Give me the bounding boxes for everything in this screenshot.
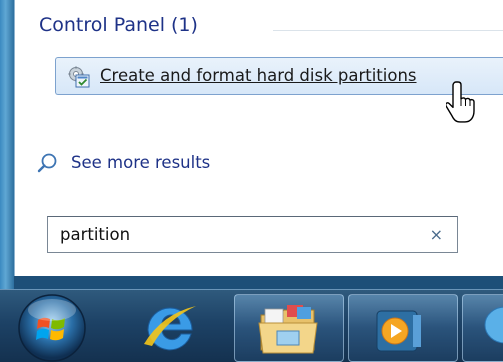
taskbar-item-partial[interactable] bbox=[462, 294, 503, 362]
taskbar-item-windows-explorer[interactable] bbox=[234, 294, 344, 362]
app-icon bbox=[484, 306, 503, 344]
search-value: partition bbox=[60, 225, 131, 244]
clear-search-button[interactable]: × bbox=[430, 225, 443, 244]
start-menu-results-panel: Control Panel (1) Create and format hard… bbox=[14, 0, 503, 276]
see-more-label: See more results bbox=[71, 153, 211, 172]
control-panel-icon bbox=[68, 66, 90, 88]
taskbar bbox=[0, 289, 503, 362]
result-create-format-partitions[interactable]: Create and format hard disk partitions bbox=[55, 57, 503, 95]
group-header-control-panel: Control Panel (1) bbox=[39, 14, 198, 36]
magnifier-icon bbox=[37, 153, 57, 173]
internet-explorer-icon[interactable] bbox=[138, 294, 204, 360]
group-divider bbox=[273, 30, 503, 31]
result-label: Create and format hard disk partitions bbox=[100, 66, 417, 85]
windows-orb-icon[interactable] bbox=[14, 290, 90, 362]
taskbar-item-media-player[interactable] bbox=[348, 294, 458, 362]
media-player-icon bbox=[376, 310, 421, 352]
folder-libraries-icon bbox=[258, 305, 318, 354]
window-glass-frame bbox=[0, 0, 14, 289]
hand-pointer-cursor-icon bbox=[446, 81, 475, 123]
search-input[interactable]: partition × bbox=[47, 216, 458, 253]
